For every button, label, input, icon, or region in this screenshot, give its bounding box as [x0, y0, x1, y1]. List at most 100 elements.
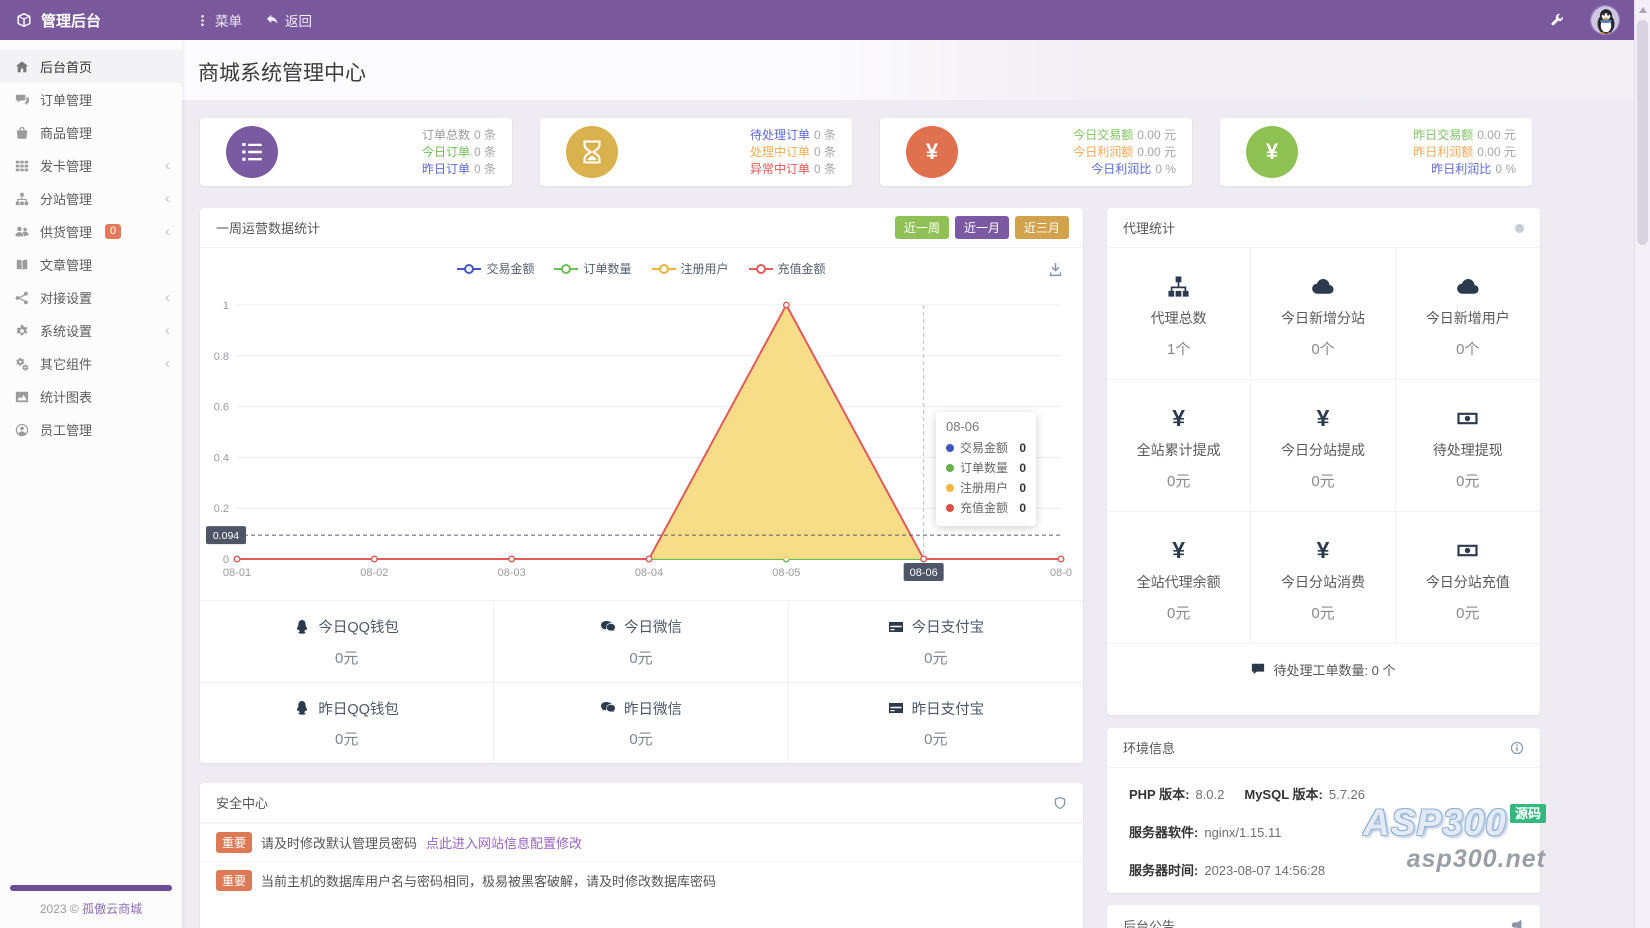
sidebar-item-cards[interactable]: 发卡管理‹ [0, 149, 182, 182]
sidebar-accent-bar [10, 885, 172, 891]
yen-icon: ¥ [1107, 536, 1250, 564]
home-icon [15, 60, 29, 74]
stat-value: 0 条 [474, 145, 496, 159]
share-nodes-icon [15, 291, 29, 305]
stat-today-qq-wallet: 今日QQ钱包0元 [200, 600, 494, 682]
agent-stat-today-recharge: 今日分站充值0元 [1396, 512, 1540, 644]
back-button[interactable]: 返回 [266, 10, 312, 30]
sidebar-item-goods[interactable]: 商品管理 [0, 116, 182, 149]
security-warning-row: 重要 当前主机的数据库用户名与密码相同，极易被黑客破解，请及时修改数据库密码 [200, 861, 1083, 899]
panel-title: 安全中心 [216, 793, 268, 812]
sidebar-item-orders[interactable]: 订单管理 [0, 83, 182, 116]
svg-text:0.2: 0.2 [214, 503, 229, 515]
agent-stat-today-consume: ¥今日分站消费0元 [1251, 512, 1395, 644]
config-link[interactable]: 点此进入网站信息配置修改 [426, 833, 582, 852]
range-quarter-button[interactable]: 近三月 [1015, 216, 1069, 239]
svg-text:0.4: 0.4 [214, 452, 229, 464]
yen-icon: ¥ [1251, 536, 1394, 564]
sidebar-item-statistics[interactable]: 统计图表 [0, 380, 182, 413]
svg-text:08-04: 08-04 [635, 567, 663, 579]
hourglass-icon [566, 126, 618, 178]
stat-today-wechat: 今日微信0元 [494, 600, 788, 682]
scrollbar-thumb[interactable] [1637, 20, 1648, 245]
yen-icon: ¥ [1107, 404, 1250, 432]
vertical-scrollbar[interactable] [1634, 0, 1650, 928]
yen-icon: ¥ [1246, 126, 1298, 178]
svg-text:08-06: 08-06 [910, 567, 938, 579]
security-center-panel: 安全中心 重要 请及时修改默认管理员密码 点此进入网站信息配置修改 重要 当前主… [200, 783, 1083, 928]
main-content: 商城系统管理中心 订单总数0 条 今日订单0 条 昨日订单0 条 待处理订单0 … [182, 40, 1650, 928]
sidebar-item-supply[interactable]: 供货管理0‹ [0, 215, 182, 248]
range-month-button[interactable]: 近一月 [955, 216, 1009, 239]
legend-item[interactable]: 订单数量 [554, 260, 631, 277]
chat-bubble-icon [1251, 662, 1265, 676]
comments-icon [15, 93, 29, 107]
env-server-software: 服务器软件:nginx/1.15.11 [1129, 822, 1518, 841]
range-week-button[interactable]: 近一周 [895, 216, 949, 239]
stat-value: 0 条 [814, 145, 836, 159]
copyright-link[interactable]: 孤傲云商城 [82, 902, 142, 916]
legend-item[interactable]: 交易金额 [457, 260, 534, 277]
panel-header: 环境信息 [1107, 728, 1540, 768]
stat-card-orders: 订单总数0 条 今日订单0 条 昨日订单0 条 [200, 118, 512, 186]
alipay-card-icon [888, 700, 904, 716]
wrench-icon[interactable] [1550, 13, 1564, 27]
sidebar-item-components[interactable]: 其它组件‹ [0, 347, 182, 380]
stat-value: 0.00 元 [1137, 128, 1176, 142]
stat-label: 昨日利润比 [1431, 162, 1491, 176]
stat-today-alipay: 今日支付宝0元 [789, 600, 1083, 682]
page-header: 商城系统管理中心 [182, 40, 1650, 100]
agent-stat-total-commission: ¥全站累计提成0元 [1107, 380, 1251, 512]
panel-header: 代理统计 [1107, 208, 1540, 248]
important-badge: 重要 [216, 870, 252, 891]
goods-icon [15, 126, 29, 140]
svg-text:0.8: 0.8 [214, 351, 229, 363]
copyright: 2023 © 孤傲云商城 [0, 900, 182, 917]
user-avatar[interactable] [1590, 5, 1620, 35]
sidebar-item-system[interactable]: 系统设置‹ [0, 314, 182, 347]
sidebar-item-staff[interactable]: 员工管理 [0, 413, 182, 446]
gear-icon [15, 324, 29, 338]
panel-header: 安全中心 [200, 783, 1083, 823]
sidebar-item-articles[interactable]: 文章管理 [0, 248, 182, 281]
page-title: 商城系统管理中心 [198, 57, 366, 87]
order-list-icon [226, 126, 278, 178]
stat-label: 今日利润比 [1091, 162, 1151, 176]
scroll-up-arrow[interactable] [1639, 7, 1647, 13]
stat-label: 今日订单 [422, 145, 470, 159]
menu-toggle-button[interactable]: 菜单 [196, 10, 242, 30]
stat-yesterday-alipay: 昨日支付宝0元 [789, 682, 1083, 764]
svg-text:0.094: 0.094 [213, 530, 239, 542]
sidebar-item-substations[interactable]: 分站管理‹ [0, 182, 182, 215]
security-warning-row: 重要 请及时修改默认管理员密码 点此进入网站信息配置修改 [200, 823, 1083, 861]
reply-arrow-icon [266, 14, 279, 27]
legend-item[interactable]: 注册用户 [652, 260, 729, 277]
app-brand[interactable]: 管理后台 [0, 10, 182, 31]
svg-text:0.6: 0.6 [214, 402, 229, 414]
stat-value: 0.00 元 [1477, 128, 1516, 142]
stat-label: 昨日交易额 [1413, 128, 1473, 142]
notice-panel: 后台公告 [1107, 905, 1540, 928]
circle-icon[interactable] [1515, 224, 1524, 233]
legend-item[interactable]: 充值金额 [749, 260, 826, 277]
stat-value: 0.00 元 [1477, 145, 1516, 159]
agent-stat-new-users: 今日新增用户0个 [1396, 248, 1540, 380]
stat-value: 0 条 [814, 162, 836, 176]
stat-label: 订单总数 [422, 128, 470, 142]
sidebar-item-docking[interactable]: 对接设置‹ [0, 281, 182, 314]
save-as-image-icon[interactable] [1048, 262, 1063, 277]
agent-stat-balance: ¥全站代理余额0元 [1107, 512, 1251, 644]
tooltip-row: 充值金额0 [946, 498, 1026, 518]
stat-value: 0 条 [474, 128, 496, 142]
weekly-stats-panel: 一周运营数据统计 近一周 近一月 近三月 交易金额订单数量注册用户充值金额 00… [200, 208, 1083, 763]
alipay-card-icon [888, 619, 904, 635]
stat-label: 处理中订单 [750, 145, 810, 159]
sitemap-icon [1107, 272, 1250, 300]
environment-panel: 环境信息 PHP 版本:8.0.2MySQL 版本:5.7.26 服务器软件:n… [1107, 728, 1540, 893]
env-server-time: 服务器时间:2023-08-07 14:56:28 [1129, 860, 1518, 879]
stat-yesterday-wechat: 昨日微信0元 [494, 682, 788, 764]
svg-text:1: 1 [223, 300, 229, 312]
sidebar-item-home[interactable]: 后台首页 [0, 50, 182, 83]
cogs-icon [15, 357, 29, 371]
info-icon [1510, 741, 1524, 755]
